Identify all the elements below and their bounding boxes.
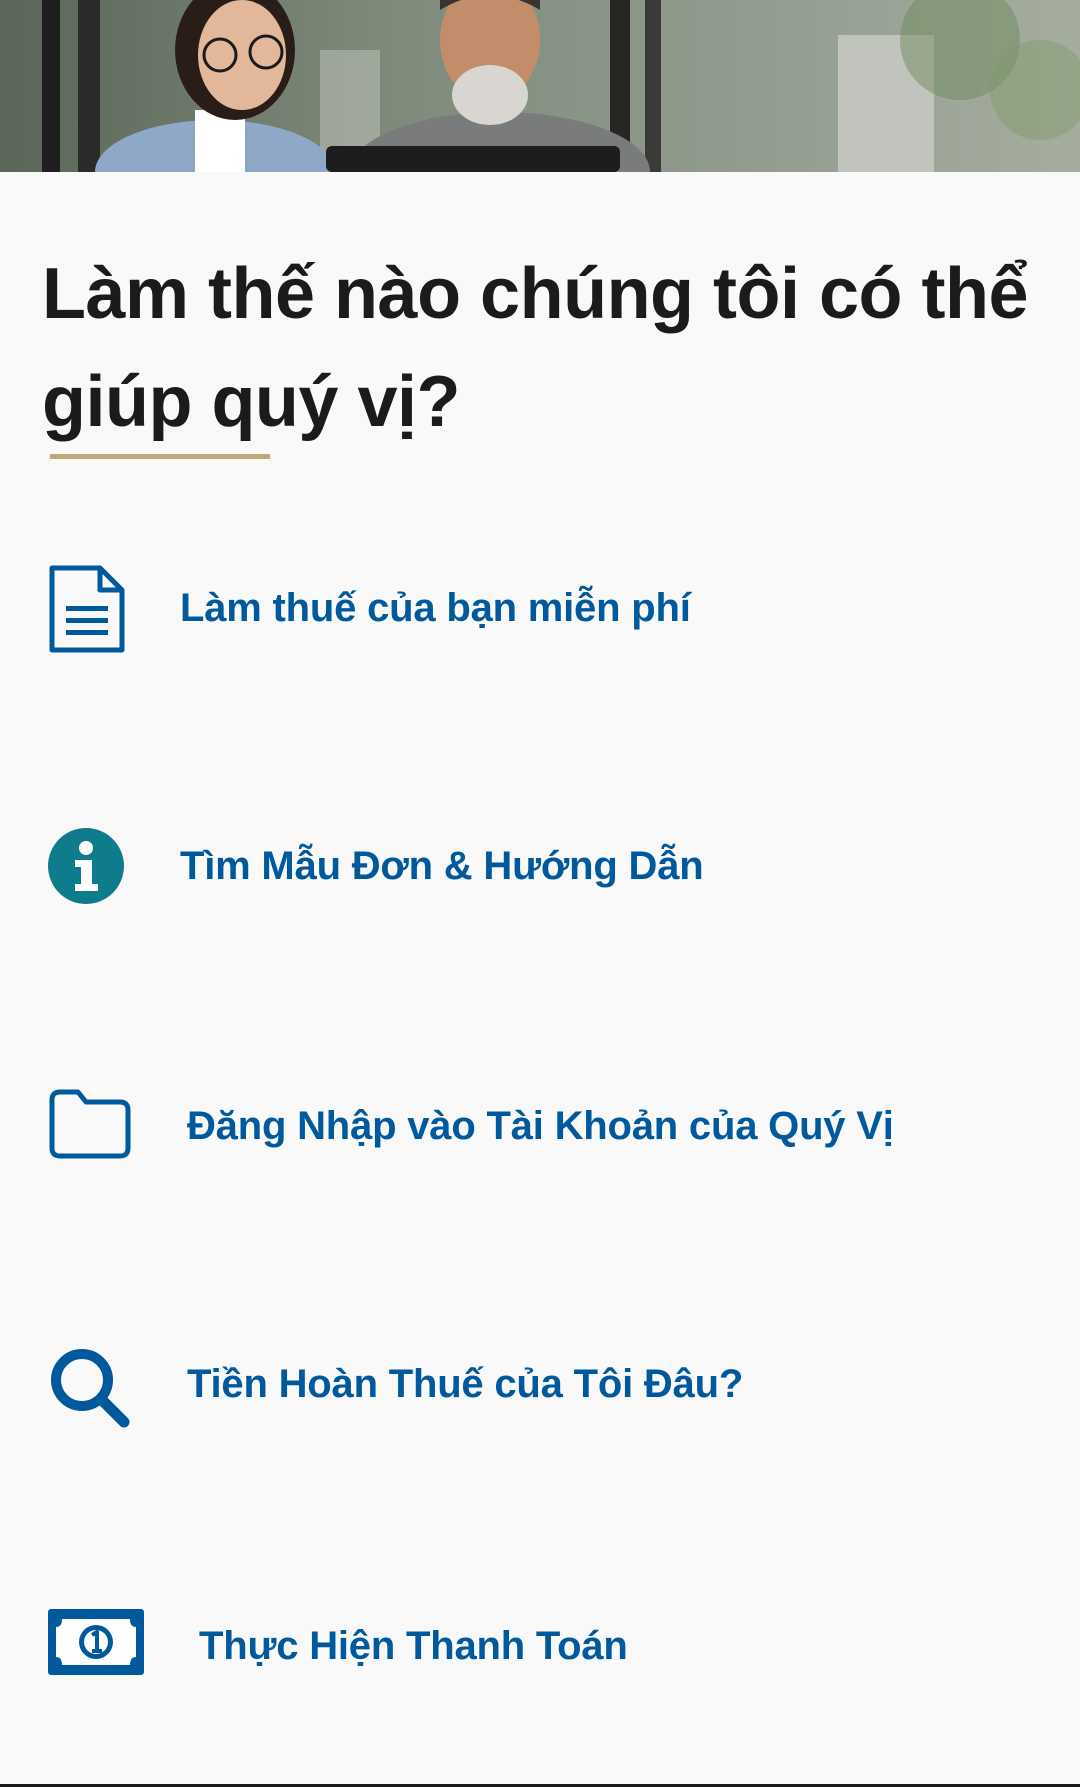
menu-item-label: Tìm Mẫu Đơn & Hướng Dẫn xyxy=(180,844,704,888)
menu-item-forms-instructions[interactable]: Tìm Mẫu Đơn & Hướng Dẫn xyxy=(0,808,1080,928)
document-icon xyxy=(48,564,126,659)
page-title: Làm thế nào chúng tôi có thể giúp quý vị… xyxy=(42,240,1042,456)
menu-item-sign-in-account[interactable]: Đăng Nhập vào Tài Khoản của Quý Vị xyxy=(0,1066,1080,1186)
page-title-line-2: giúp quý vị? xyxy=(42,362,460,442)
page-title-line-1: Làm thế nào chúng tôi có thể xyxy=(42,254,1029,334)
money-icon xyxy=(48,1609,144,1680)
title-accent-underline xyxy=(50,454,270,459)
menu-item-free-file[interactable]: Làm thuế của bạn miễn phí xyxy=(0,550,1080,670)
info-icon xyxy=(48,828,124,909)
menu-item-label: Làm thuế của bạn miễn phí xyxy=(180,586,691,630)
menu-item-label: Đăng Nhập vào Tài Khoản của Quý Vị xyxy=(187,1104,894,1148)
search-icon xyxy=(48,1346,132,1435)
menu-item-wheres-my-refund[interactable]: Tiền Hoàn Thuế của Tôi Đâu? xyxy=(0,1324,1080,1444)
menu-item-label: Thực Hiện Thanh Toán xyxy=(199,1624,628,1668)
folder-icon xyxy=(48,1088,132,1165)
hero-photo-illustration xyxy=(0,0,1080,172)
hero-image xyxy=(0,0,1080,172)
menu-item-make-payment[interactable]: Thực Hiện Thanh Toán xyxy=(0,1582,1080,1702)
menu-item-label: Tiền Hoàn Thuế của Tôi Đâu? xyxy=(187,1362,744,1406)
